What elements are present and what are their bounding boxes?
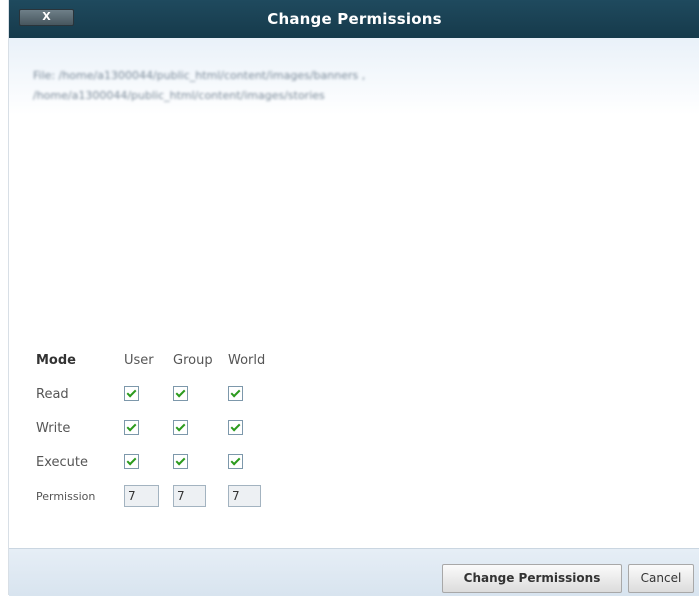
file-path-line-2: /home/a1300044/public_html/content/image… [33,89,325,102]
row-label-write: Write [36,420,71,436]
header-world: World [228,352,266,368]
header-mode: Mode [36,352,76,368]
write-group-checkbox[interactable] [173,419,188,435]
dialog-titlebar: X Change Permissions [9,0,699,38]
group-permission-input[interactable]: 7 [173,485,206,507]
execute-group-checkbox[interactable] [173,453,188,469]
dialog-title: Change Permissions [267,10,442,28]
change-permissions-button[interactable]: Change Permissions [442,564,622,593]
header-group: Group [173,352,213,368]
row-label-execute: Execute [36,454,88,470]
write-world-checkbox[interactable] [228,419,243,435]
dialog-footer: Change Permissions Cancel [9,548,699,596]
world-permission-input[interactable]: 7 [228,485,261,507]
change-permissions-dialog: X Change Permissions File: /home/a130004… [8,0,699,596]
cancel-button[interactable]: Cancel [628,564,694,593]
row-label-read: Read [36,386,69,402]
user-permission-input[interactable]: 7 [124,485,159,507]
file-path-text: File: /home/a1300044/public_html/content… [33,66,453,106]
permission-row-write: Write [36,411,288,445]
permission-row-execute: Execute [36,445,288,479]
execute-user-checkbox[interactable] [124,453,139,469]
read-user-checkbox[interactable] [124,385,139,401]
permission-row-value: Permission 7 7 7 [36,479,288,513]
read-group-checkbox[interactable] [173,385,188,401]
execute-world-checkbox[interactable] [228,453,243,469]
permissions-header-row: Mode User Group World [36,343,288,377]
read-world-checkbox[interactable] [228,385,243,401]
file-path-line-1: File: /home/a1300044/public_html/content… [33,69,366,82]
permission-row-read: Read [36,377,288,411]
file-path-area: File: /home/a1300044/public_html/content… [9,38,699,115]
row-label-permission: Permission [36,489,96,503]
permissions-table: Mode User Group World Read Write Execute… [36,343,288,513]
header-user: User [124,352,154,368]
write-user-checkbox[interactable] [124,419,139,435]
